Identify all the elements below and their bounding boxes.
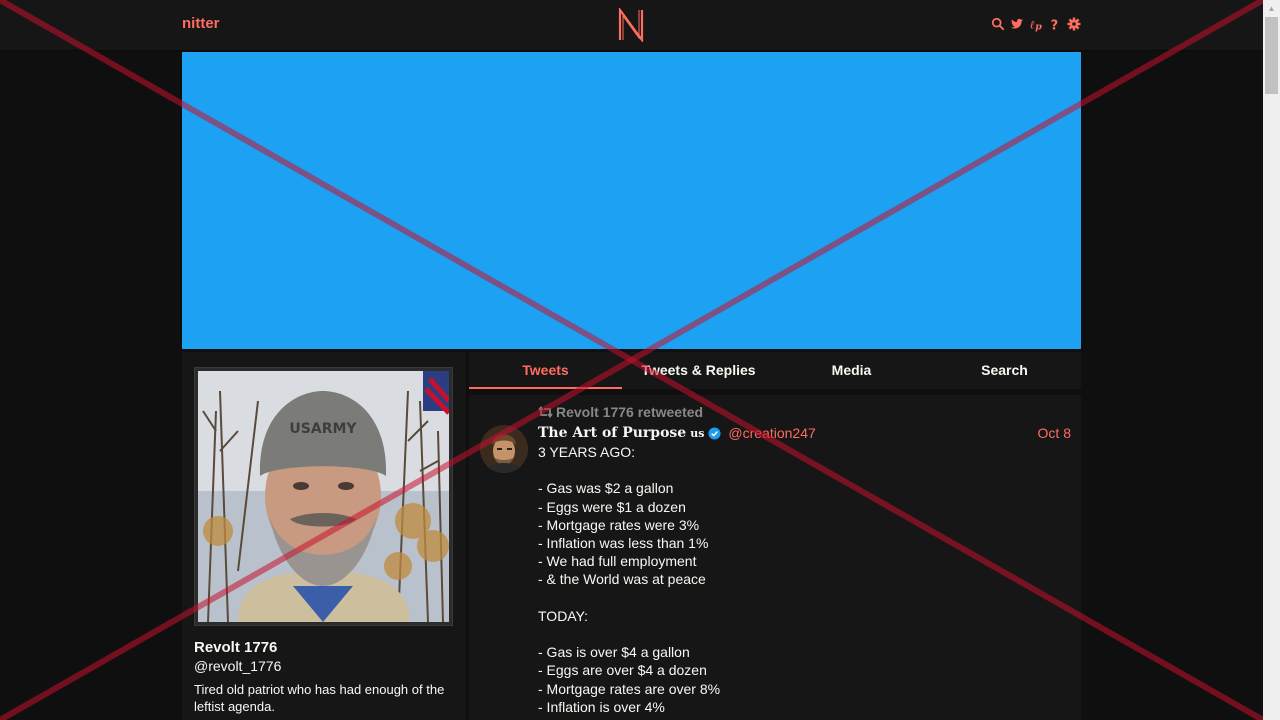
tweet-line: - We had full employment xyxy=(538,553,697,570)
tweet-line xyxy=(538,461,1058,479)
tweet-line: - Inflation was less than 1% xyxy=(538,535,709,551)
svg-text:?: ? xyxy=(1051,18,1059,32)
profile-bio: Tired old patriot who has had enough of … xyxy=(194,682,445,714)
tweet-line: - Eggs were $1 a dozen xyxy=(538,498,686,515)
scroll-thumb[interactable] xyxy=(1265,17,1278,94)
tweet-line: 3 YEARS AGO: xyxy=(538,444,636,460)
tweet-author-fullname[interactable]: The Art of Purpose xyxy=(538,425,686,441)
nitter-home-link[interactable]: nitter xyxy=(182,15,220,32)
svg-text:ℓ: ℓ xyxy=(1030,17,1035,31)
profile-handle[interactable]: @revolt_1776 xyxy=(194,658,281,674)
tweet-line xyxy=(538,625,1058,643)
verified-badge-icon xyxy=(708,426,721,440)
gear-icon[interactable] xyxy=(1067,16,1081,32)
twitter-bird-icon[interactable] xyxy=(1010,16,1024,32)
rss-icon[interactable]: ℓ p xyxy=(1029,16,1043,32)
profile-card: USARMY Revolt 1776 @revolt_1776 Tired ol… xyxy=(182,352,466,720)
tweet-line: - Mortgage rates are over 8% xyxy=(538,680,721,697)
tweet-line: - Gas is over $4 a gallon xyxy=(538,644,690,661)
profile-avatar-photo: USARMY xyxy=(198,371,449,622)
tweet-line: - Inflation is over 4% xyxy=(538,698,665,715)
profile-avatar[interactable]: USARMY xyxy=(194,367,453,626)
nav-icons: ℓ p ? xyxy=(991,16,1081,32)
tweet-line xyxy=(538,589,1058,607)
navbar: nitter ℓ p ? xyxy=(0,0,1263,51)
tweet-author-avatar-photo xyxy=(480,425,528,473)
tweet-line: - Mortgage rates were 3% xyxy=(538,516,700,533)
profile-name[interactable]: Revolt 1776 xyxy=(194,639,277,656)
tweet-line: - & the World was at peace xyxy=(538,571,706,588)
tweet-header: The Art of Purpose us @creation247 Oct 8 xyxy=(538,423,1071,443)
beanie-text: USARMY xyxy=(289,421,357,437)
scroll-up-icon[interactable]: ▲ xyxy=(1263,0,1280,17)
scrollbar[interactable]: ▲ xyxy=(1263,0,1280,720)
tweet-line: - Gas was $2 a gallon xyxy=(538,480,674,497)
help-icon[interactable]: ? xyxy=(1048,16,1062,32)
tweet-content: 3 YEARS AGO: - Gas was $2 a gallon - Eggs … xyxy=(538,443,1058,716)
retweet-header-text: Revolt 1776 retweeted xyxy=(556,404,704,420)
us-flag-icon: us xyxy=(690,426,705,440)
retweet-icon xyxy=(538,406,553,418)
svg-text:p: p xyxy=(1035,21,1042,32)
search-icon[interactable] xyxy=(991,16,1005,32)
tab-tweets-replies[interactable]: Tweets & Replies xyxy=(622,352,775,389)
tweet-author-username[interactable]: @creation247 xyxy=(728,425,815,441)
tweet-line: TODAY: xyxy=(538,607,589,624)
tweet-line: - Eggs are over $4 a dozen xyxy=(538,662,707,679)
profile-banner[interactable] xyxy=(182,52,1081,349)
tweet-author-avatar[interactable] xyxy=(480,425,528,473)
nitter-logo-icon[interactable] xyxy=(617,8,645,42)
tab-tweets[interactable]: Tweets xyxy=(469,352,622,389)
timeline-tabs: Tweets Tweets & Replies Media Search xyxy=(469,352,1081,389)
tab-search[interactable]: Search xyxy=(928,352,1081,389)
timeline: Revolt 1776 retweeted The Art of Purpose… xyxy=(469,395,1081,720)
retweet-header[interactable]: Revolt 1776 retweeted xyxy=(538,404,703,420)
tweet-date[interactable]: Oct 8 xyxy=(1038,425,1071,441)
tab-media[interactable]: Media xyxy=(775,352,928,389)
